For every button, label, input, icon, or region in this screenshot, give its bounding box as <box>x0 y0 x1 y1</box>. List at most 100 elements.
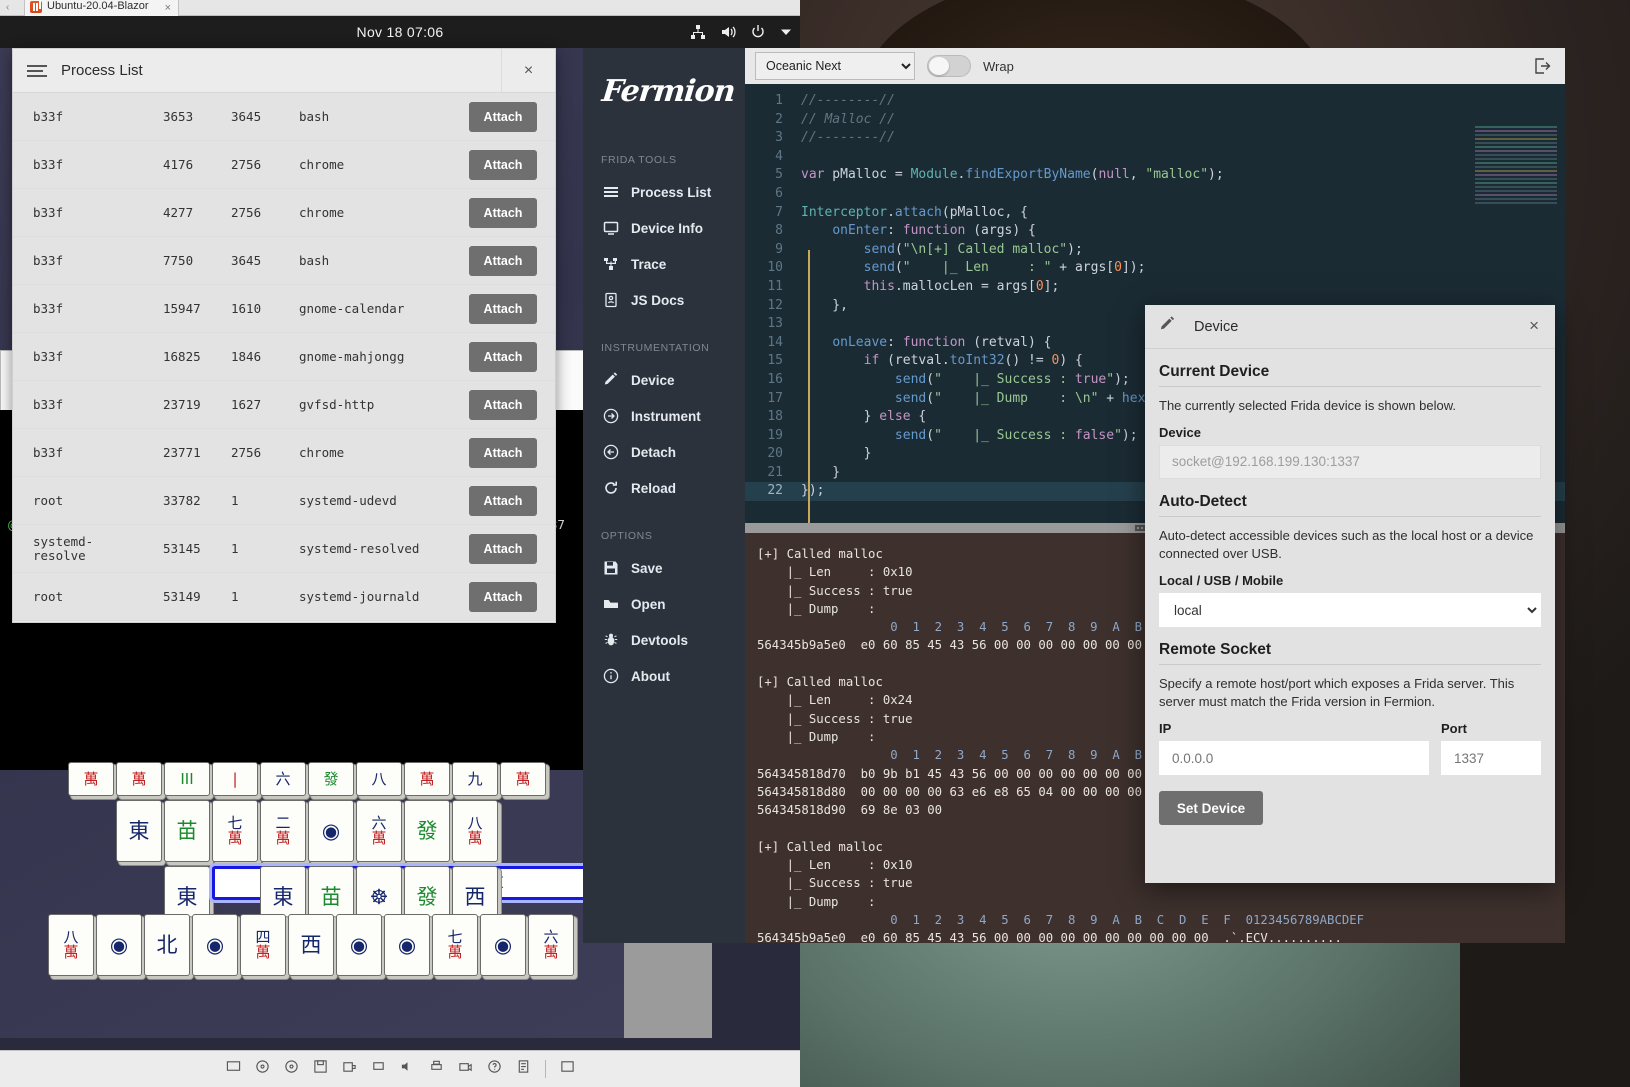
hamburger-menu-icon[interactable] <box>27 62 47 80</box>
mahjong-tile[interactable]: 萬 <box>500 762 546 796</box>
sidebar-item-trace[interactable]: Trace <box>583 246 745 282</box>
chevron-down-icon[interactable] <box>780 26 792 38</box>
power-icon[interactable] <box>750 24 766 40</box>
sidebar-item-device-info[interactable]: Device Info <box>583 210 745 246</box>
table-row[interactable]: b33f 4176 2756 chrome Attach <box>13 141 555 189</box>
table-row[interactable]: root 33782 1 systemd-udevd Attach <box>13 477 555 525</box>
mahjong-tile[interactable]: 萬 <box>116 762 162 796</box>
device-modal[interactable]: Device × Current Device The currently se… <box>1145 305 1555 883</box>
mahjong-tile[interactable]: 八 <box>356 762 402 796</box>
attach-button[interactable]: Attach <box>469 582 537 612</box>
mahjong-tile[interactable]: 六 <box>260 762 306 796</box>
code-line[interactable]: 5 var pMalloc = Module.findExportByName(n… <box>745 166 1565 185</box>
mahjong-tile[interactable]: 北 <box>144 914 190 976</box>
cd2-icon[interactable] <box>284 1059 299 1079</box>
ip-input[interactable] <box>1159 741 1429 775</box>
mahjong-tile[interactable]: ◉ <box>96 914 142 976</box>
port-input[interactable] <box>1441 741 1541 775</box>
code-line[interactable]: 6 <box>745 185 1565 204</box>
mahjong-tile[interactable]: 七萬 <box>212 800 258 862</box>
mahjong-tile[interactable]: 發 <box>308 762 354 796</box>
mahjong-tile[interactable]: ◉ <box>480 914 526 976</box>
code-minimap[interactable] <box>1471 124 1561 234</box>
table-row[interactable]: b33f 16825 1846 gnome-mahjongg Attach <box>13 333 555 381</box>
close-icon[interactable]: × <box>1529 316 1539 336</box>
fullscreen-icon[interactable] <box>560 1059 575 1079</box>
table-row[interactable]: b33f 15947 1610 gnome-calendar Attach <box>13 285 555 333</box>
sidebar-item-detach[interactable]: Detach <box>583 434 745 470</box>
mahjong-tile[interactable]: 二萬 <box>260 800 306 862</box>
back-arrow-icon[interactable]: ‹ <box>6 2 9 13</box>
sidebar-item-instrument[interactable]: Instrument <box>583 398 745 434</box>
sidebar-item-device[interactable]: Device <box>583 362 745 398</box>
theme-select[interactable]: Oceanic Next <box>755 52 915 80</box>
help-icon[interactable] <box>487 1059 502 1079</box>
mahjong-tile[interactable]: 苗 <box>164 800 210 862</box>
attach-button[interactable]: Attach <box>469 342 537 372</box>
sidebar-item-save[interactable]: Save <box>583 550 745 586</box>
close-icon[interactable]: × <box>501 49 555 92</box>
display-icon[interactable] <box>226 1059 241 1079</box>
mahjong-tile[interactable]: 萬 <box>404 762 450 796</box>
mahjong-tile[interactable]: 八萬 <box>452 800 498 862</box>
code-line[interactable]: 7 Interceptor.attach(pMalloc, { <box>745 204 1565 223</box>
mahjong-tile[interactable]: 六萬 <box>356 800 402 862</box>
attach-button[interactable]: Attach <box>469 390 537 420</box>
table-row[interactable]: b33f 23771 2756 chrome Attach <box>13 429 555 477</box>
table-row[interactable]: systemd- resolve 53145 1 systemd-resolved At… <box>13 525 555 573</box>
attach-button[interactable]: Attach <box>469 438 537 468</box>
cd-icon[interactable] <box>255 1059 270 1079</box>
floppy-icon[interactable] <box>313 1059 328 1079</box>
mahjong-tile[interactable]: ◉ <box>384 914 430 976</box>
network-icon[interactable] <box>690 24 706 40</box>
table-row[interactable]: b33f 23719 1627 gvfsd-http Attach <box>13 381 555 429</box>
mahjong-tile[interactable]: 四萬 <box>240 914 286 976</box>
mahjong-tile[interactable]: 八萬 <box>48 914 94 976</box>
table-row[interactable]: b33f 3653 3645 bash Attach <box>13 93 555 141</box>
note-icon[interactable] <box>516 1059 531 1079</box>
sidebar-item-process-list[interactable]: Process List <box>583 174 745 210</box>
mahjong-game-board[interactable]: 萬萬III|六發八萬九萬東苗七萬二萬◉六萬發八萬東東東苗☸發西八萬◉北◉四萬西◉… <box>38 762 772 990</box>
code-line[interactable]: 2 // Malloc // <box>745 111 1565 130</box>
code-line[interactable]: 1 //--------// <box>745 92 1565 111</box>
mahjong-tile[interactable]: III <box>164 762 210 796</box>
attach-button[interactable]: Attach <box>469 150 537 180</box>
mahjong-tile[interactable]: 發 <box>404 800 450 862</box>
camera-icon[interactable] <box>458 1059 473 1079</box>
sidebar-item-open[interactable]: Open <box>583 586 745 622</box>
mahjong-tile[interactable]: 九 <box>452 762 498 796</box>
sidebar-item-about[interactable]: About <box>583 658 745 694</box>
mahjong-tile[interactable]: 六萬 <box>528 914 574 976</box>
sound-icon[interactable] <box>400 1059 415 1079</box>
table-row[interactable]: b33f 4277 2756 chrome Attach <box>13 189 555 237</box>
code-line[interactable]: 3 //--------// <box>745 129 1565 148</box>
mahjong-tile[interactable]: ◉ <box>308 800 354 862</box>
code-line[interactable]: 10 send(" |_ Len : " + args[0]); <box>745 259 1565 278</box>
mahjong-tile[interactable]: 萬 <box>68 762 114 796</box>
mahjong-tile[interactable]: 西 <box>288 914 334 976</box>
code-line[interactable]: 9 send("\n[+] Called malloc"); <box>745 241 1565 260</box>
process-list-window[interactable]: Process List × b33f 3653 3645 bash Attach b33… <box>12 48 556 623</box>
clock[interactable]: Nov 18 07:06 <box>0 16 800 48</box>
set-device-button[interactable]: Set Device <box>1159 791 1263 825</box>
vm-tab[interactable]: Ubuntu-20.04-Blazor × <box>24 0 179 16</box>
attach-button[interactable]: Attach <box>469 102 537 132</box>
mahjong-tile[interactable]: 東 <box>116 800 162 862</box>
usb-icon[interactable] <box>342 1059 357 1079</box>
attach-button[interactable]: Attach <box>469 534 537 564</box>
code-line[interactable]: 4 <box>745 148 1565 167</box>
attach-button[interactable]: Attach <box>469 486 537 516</box>
mahjong-tile[interactable]: 七萬 <box>432 914 478 976</box>
sidebar-item-devtools[interactable]: Devtools <box>583 622 745 658</box>
mahjong-tile[interactable]: | <box>212 762 258 796</box>
mahjong-tile[interactable]: ◉ <box>192 914 238 976</box>
code-line[interactable]: 8 onEnter: function (args) { <box>745 222 1565 241</box>
table-row[interactable]: root 53149 1 systemd-journald Attach <box>13 573 555 621</box>
sidebar-item-reload[interactable]: Reload <box>583 470 745 506</box>
printer-icon[interactable] <box>429 1059 444 1079</box>
code-line[interactable]: 11 this.mallocLen = args[0]; <box>745 278 1565 297</box>
sidebar-item-js-docs[interactable]: JS Docs <box>583 282 745 318</box>
wrap-toggle[interactable] <box>927 55 971 77</box>
attach-button[interactable]: Attach <box>469 294 537 324</box>
auto-detect-select[interactable]: local <box>1159 593 1541 627</box>
